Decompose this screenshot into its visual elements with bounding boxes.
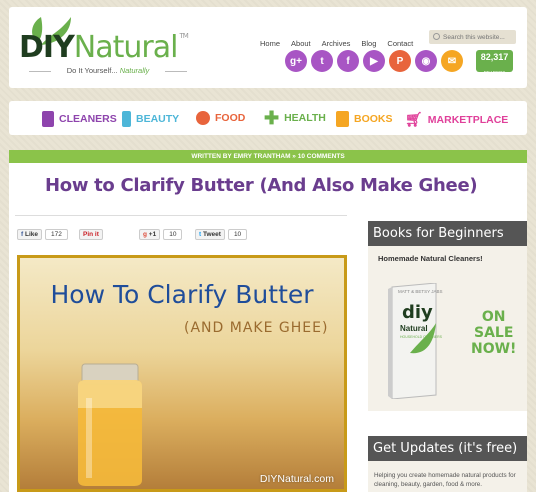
category-nav: CLEANERS BEAUTY FOOD ✚ HEALTH BOOKS 🛒︎ M…: [9, 101, 527, 135]
gplus-widget[interactable]: g +1 10: [139, 229, 183, 240]
book-cleaners: HOUSEHOLD CLEANERS: [400, 335, 443, 339]
facebook-icon: f: [21, 231, 24, 238]
nav-contact[interactable]: Contact: [387, 39, 413, 48]
nav-about[interactable]: About: [291, 39, 311, 48]
logo-tm: TM: [179, 32, 188, 40]
readers-label: READERS: [483, 70, 506, 75]
readers-count: 82,317: [480, 52, 509, 62]
book-authors: MATT & BETSY JABS: [398, 289, 443, 294]
category-label: CLEANERS: [59, 113, 117, 125]
books-heading: Books for Beginners: [368, 221, 527, 246]
gplus-label: +1: [148, 231, 157, 238]
search-input[interactable]: [429, 30, 516, 44]
tweet-button[interactable]: t Tweet: [195, 229, 225, 240]
logo-natural: Natural: [73, 30, 179, 65]
book-natural: Natural: [400, 324, 428, 333]
category-marketplace[interactable]: 🛒︎ MARKETPLACE: [405, 111, 508, 128]
hero-subtitle: (AND MAKE GHEE): [184, 320, 329, 336]
facebook-like-count: 172: [45, 229, 68, 240]
category-label: BEAUTY: [136, 113, 180, 125]
category-label: MARKETPLACE: [427, 113, 509, 126]
social-icons: g+ t f ▶ P ◉ ✉: [285, 50, 463, 72]
hero-title: How To Clarify Butter: [50, 280, 314, 309]
tweet-label: Tweet: [202, 231, 221, 238]
gplus-button[interactable]: g +1: [139, 229, 161, 240]
main-content: How to Clarify Butter (And Also Make Ghe…: [9, 163, 527, 492]
divider: [15, 215, 347, 216]
tweet-count: 10: [227, 229, 248, 240]
twitter-icon[interactable]: t: [311, 50, 333, 72]
post-title: How to Clarify Butter (And Also Make Ghe…: [45, 175, 478, 196]
facebook-like-label: Like: [24, 231, 38, 238]
updates-widget: Get Updates (it's free) Helping you crea…: [368, 436, 527, 492]
on-sale-badge[interactable]: ON SALE NOW!: [471, 309, 516, 357]
facebook-like-button[interactable]: f Like: [17, 229, 42, 240]
pinterest-pin-button[interactable]: Pin it: [79, 229, 103, 240]
pinterest-icon[interactable]: P: [389, 50, 411, 72]
pinterest-widget[interactable]: Pin it: [79, 229, 103, 240]
tweet-widget[interactable]: t Tweet 10: [195, 229, 248, 240]
readers-badge[interactable]: 82,317 READERS: [476, 50, 513, 75]
on-sale-line: SALE: [474, 325, 514, 342]
cart-icon: 🛒︎: [405, 111, 423, 127]
category-label: FOOD: [215, 112, 246, 124]
updates-heading: Get Updates (it's free): [368, 436, 527, 461]
site-header: DIYNatural TM Do It Yourself... Naturally…: [9, 7, 527, 88]
post-byline: WRITTEN BY EMRY TRANTHAM » 10 COMMENTS: [9, 150, 527, 163]
apple-icon: [196, 111, 210, 125]
updates-text: Helping you create homemade natural prod…: [374, 472, 516, 489]
logo-diy: DIY: [19, 30, 75, 65]
nav-blog[interactable]: Blog: [361, 39, 376, 48]
category-books[interactable]: BOOKS: [336, 111, 393, 127]
twitter-icon: t: [199, 231, 202, 238]
tagline: Do It Yourself... Naturally: [29, 66, 187, 75]
search-icon: [433, 33, 440, 40]
plus-icon: ✚: [264, 108, 280, 128]
facebook-icon[interactable]: f: [337, 50, 359, 72]
facebook-like-widget[interactable]: f Like 172: [17, 229, 68, 240]
nav-archives[interactable]: Archives: [322, 39, 351, 48]
nav-home[interactable]: Home: [260, 39, 280, 48]
hero-watermark: DIYNatural.com: [259, 473, 334, 485]
book-title: diy: [402, 302, 433, 323]
top-nav: Home About Archives Blog Contact: [260, 39, 413, 48]
tagline-em: Naturally: [119, 66, 150, 75]
lotion-bottle-icon: [122, 111, 131, 127]
category-label: HEALTH: [284, 112, 326, 124]
mason-jar-icon: [78, 363, 142, 486]
book-icon: [336, 111, 349, 127]
book-cover[interactable]: [388, 283, 440, 399]
category-beauty[interactable]: BEAUTY: [122, 111, 179, 127]
on-sale-line: ON: [481, 309, 506, 325]
category-cleaners[interactable]: CLEANERS: [42, 111, 117, 127]
youtube-icon[interactable]: ▶: [363, 50, 385, 72]
spray-bottle-icon: [42, 111, 54, 127]
google-plus-icon[interactable]: g+: [285, 50, 307, 72]
books-widget: Books for Beginners Homemade Natural Cle…: [368, 221, 527, 411]
category-food[interactable]: FOOD: [196, 111, 245, 125]
email-icon[interactable]: ✉: [441, 50, 463, 72]
google-plus-icon: g: [143, 231, 147, 238]
logo[interactable]: DIYNatural TM: [19, 30, 189, 65]
rss-icon[interactable]: ◉: [415, 50, 437, 72]
gplus-count: 10: [163, 229, 183, 240]
on-sale-line: NOW!: [471, 341, 517, 358]
tagline-prefix: Do It Yourself...: [66, 66, 118, 75]
books-subheading: Homemade Natural Cleaners!: [378, 254, 483, 263]
hero-image: How To Clarify Butter (AND MAKE GHEE) DI…: [17, 255, 347, 492]
category-health[interactable]: ✚ HEALTH: [264, 108, 326, 128]
category-label: BOOKS: [354, 113, 393, 125]
